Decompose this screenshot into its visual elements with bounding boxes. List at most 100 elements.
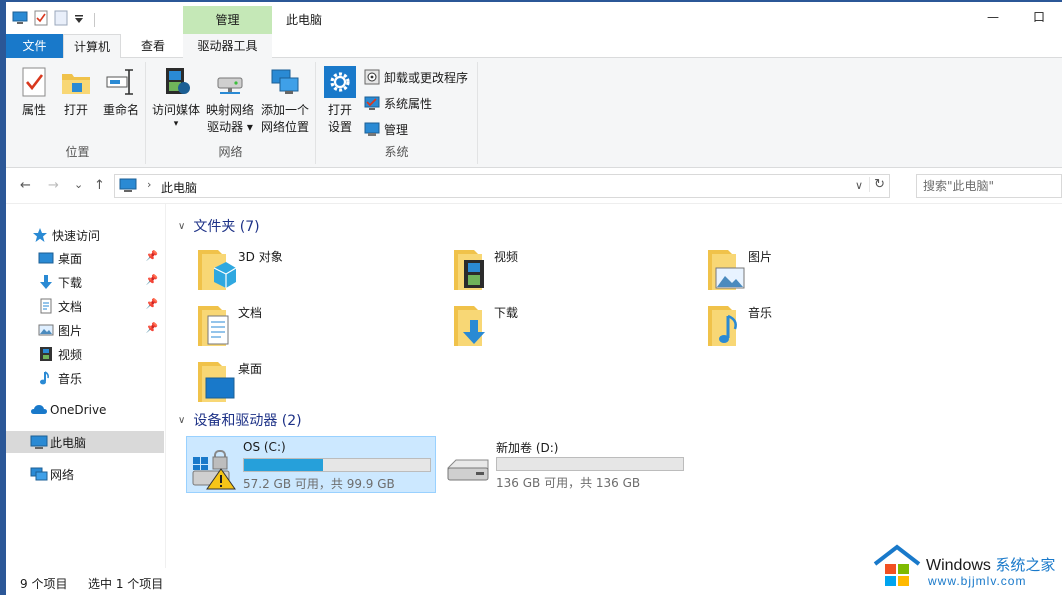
pin-icon[interactable]: 📌 (146, 323, 158, 334)
nav-network[interactable]: 网络 (6, 463, 164, 485)
videos-folder-icon (448, 246, 496, 294)
documents-folder-icon (192, 302, 240, 350)
new-folder-quick-icon[interactable] (54, 10, 68, 29)
drives-section-header[interactable]: ∨ 设备和驱动器 (2) (178, 410, 302, 430)
nav-music[interactable]: 音乐 (6, 367, 164, 389)
tab-drive-tools[interactable]: 驱动器工具 (183, 34, 272, 58)
nav-desktop[interactable]: 桌面 📌 (6, 247, 164, 269)
hard-drive-icon (444, 442, 492, 490)
navigation-pane: 快速访问 桌面 📌 下载 📌 文档 📌 图片 📌 视频 音乐 OneDrive … (6, 204, 166, 568)
ribbon-group-system: 打开 设置 卸载或更改程序 系统属性 管理 系统 (316, 62, 478, 164)
nav-quick-access[interactable]: 快速访问 (6, 224, 164, 246)
window-title: 此电脑 (286, 13, 323, 27)
tab-view[interactable]: 查看 (127, 34, 179, 58)
nav-onedrive[interactable]: OneDrive (6, 399, 164, 421)
folder-music[interactable]: 音乐 (702, 302, 942, 352)
nav-videos-label: 视频 (58, 347, 83, 362)
recent-locations-button[interactable]: ⌄ (74, 178, 83, 191)
folder-name: 3D 对象 (238, 250, 283, 264)
rename-button[interactable]: 重命名 (100, 66, 142, 119)
folder-downloads[interactable]: 下载 (448, 302, 688, 352)
properties-quick-icon[interactable] (34, 10, 48, 29)
this-pc-icon (119, 178, 137, 196)
nav-pictures[interactable]: 图片 📌 (6, 319, 164, 341)
nav-this-pc-label: 此电脑 (50, 435, 87, 450)
tab-computer[interactable]: 计算机 (63, 34, 121, 59)
refresh-button[interactable]: ↻ (869, 177, 885, 192)
nav-documents[interactable]: 文档 📌 (6, 295, 164, 317)
map-drive-label-1: 映射网络 (205, 103, 254, 117)
properties-button[interactable]: 属性 (16, 66, 52, 119)
computer-icon (12, 11, 28, 28)
system-properties-button[interactable]: 系统属性 (364, 92, 432, 114)
search-input[interactable] (923, 176, 1062, 196)
media-film-icon (160, 66, 192, 98)
watermark-brand-cn: 系统之家 (995, 557, 1056, 574)
folders-section-header[interactable]: ∨ 文件夹 (7) (178, 216, 260, 236)
search-box[interactable] (916, 174, 1062, 198)
address-dropdown-button[interactable]: ∨ (855, 179, 863, 192)
folder-desktop[interactable]: 桌面 (192, 358, 432, 408)
add-network-location-button[interactable]: 添加一个 网络位置 (258, 66, 312, 136)
nav-this-pc[interactable]: 此电脑 (6, 431, 164, 453)
folder-name: 音乐 (748, 306, 773, 320)
tab-file[interactable]: 文件 (6, 34, 63, 58)
open-settings-label-1: 打开 (327, 103, 352, 117)
breadcrumb-separator[interactable]: › (147, 178, 151, 191)
nav-documents-label: 文档 (58, 299, 83, 314)
open-folder-icon (60, 66, 92, 98)
manage-button[interactable]: 管理 (364, 118, 408, 140)
context-tab-group-manage: 管理 (183, 6, 272, 34)
pin-icon[interactable]: 📌 (146, 275, 158, 286)
nav-downloads-label: 下载 (58, 275, 83, 290)
pin-icon[interactable]: 📌 (146, 251, 158, 262)
title-bar: 管理 此电脑 — 口 (6, 2, 1062, 34)
open-settings-button[interactable]: 打开 设置 (322, 66, 358, 136)
minimize-button[interactable]: — (970, 2, 1016, 32)
windows-house-logo-icon (873, 544, 921, 586)
watermark-url: www.bjjmlv.com (928, 574, 1027, 588)
address-row: ← → ⌄ ↑ › 此电脑 ∨ ↻ (6, 168, 1062, 204)
breadcrumb-this-pc[interactable]: 此电脑 (161, 179, 197, 196)
open-button[interactable]: 打开 (58, 66, 94, 119)
drive-c-usage-bar (243, 458, 431, 472)
drive-d[interactable]: 新加卷 (D:) 136 GB 可用，共 136 GB (440, 436, 690, 493)
drive-c[interactable]: OS (C:) 57.2 GB 可用，共 99.9 GB (186, 436, 436, 493)
forward-button[interactable]: → (48, 178, 59, 193)
ribbon-group-network: 访问媒体 ▾ 映射网络 驱动器 ▾ 添加一个 网络位置 网络 (146, 62, 316, 164)
picture-icon (38, 322, 54, 338)
drive-d-info: 136 GB 可用，共 136 GB (496, 476, 641, 490)
map-network-drive-button[interactable]: 映射网络 驱动器 ▾ (204, 66, 256, 136)
nav-videos[interactable]: 视频 (6, 343, 164, 365)
group-label-location: 位置 (65, 145, 90, 159)
music-note-icon (38, 370, 54, 386)
open-label: 打开 (63, 103, 88, 117)
uninstall-program-button[interactable]: 卸载或更改程序 (364, 66, 468, 88)
collapse-chevron-icon[interactable]: ∨ (178, 221, 185, 232)
nav-desktop-label: 桌面 (58, 251, 83, 266)
system-drive-warning-icon (191, 443, 239, 491)
up-button[interactable]: ↑ (94, 178, 105, 193)
back-button[interactable]: ← (20, 178, 31, 193)
maximize-button[interactable]: 口 (1016, 2, 1062, 32)
properties-label: 属性 (21, 103, 46, 117)
quick-access-toolbar (12, 10, 95, 29)
access-media-button[interactable]: 访问媒体 ▾ (150, 66, 202, 129)
folder-3d-objects[interactable]: 3D 对象 (192, 246, 432, 296)
folder-pictures[interactable]: 图片 (702, 246, 942, 296)
nav-onedrive-label: OneDrive (50, 403, 107, 417)
group-label-network: 网络 (218, 145, 243, 159)
folder-videos[interactable]: 视频 (448, 246, 688, 296)
selected-count: 选中 1 个项目 (88, 577, 164, 591)
address-bar[interactable]: › 此电脑 ∨ ↻ (114, 174, 890, 198)
network-location-icon (269, 66, 301, 98)
ribbon-group-location: 属性 打开 重命名 位置 (10, 62, 146, 164)
collapse-chevron-icon[interactable]: ∨ (178, 415, 185, 426)
pin-icon[interactable]: 📌 (146, 299, 158, 310)
folder-documents[interactable]: 文档 (192, 302, 432, 352)
group-label-system: 系统 (384, 145, 409, 159)
music-folder-icon (702, 302, 750, 350)
customize-qat-chevron-icon[interactable] (74, 13, 84, 27)
nav-downloads[interactable]: 下载 📌 (6, 271, 164, 293)
pictures-folder-icon (702, 246, 750, 294)
